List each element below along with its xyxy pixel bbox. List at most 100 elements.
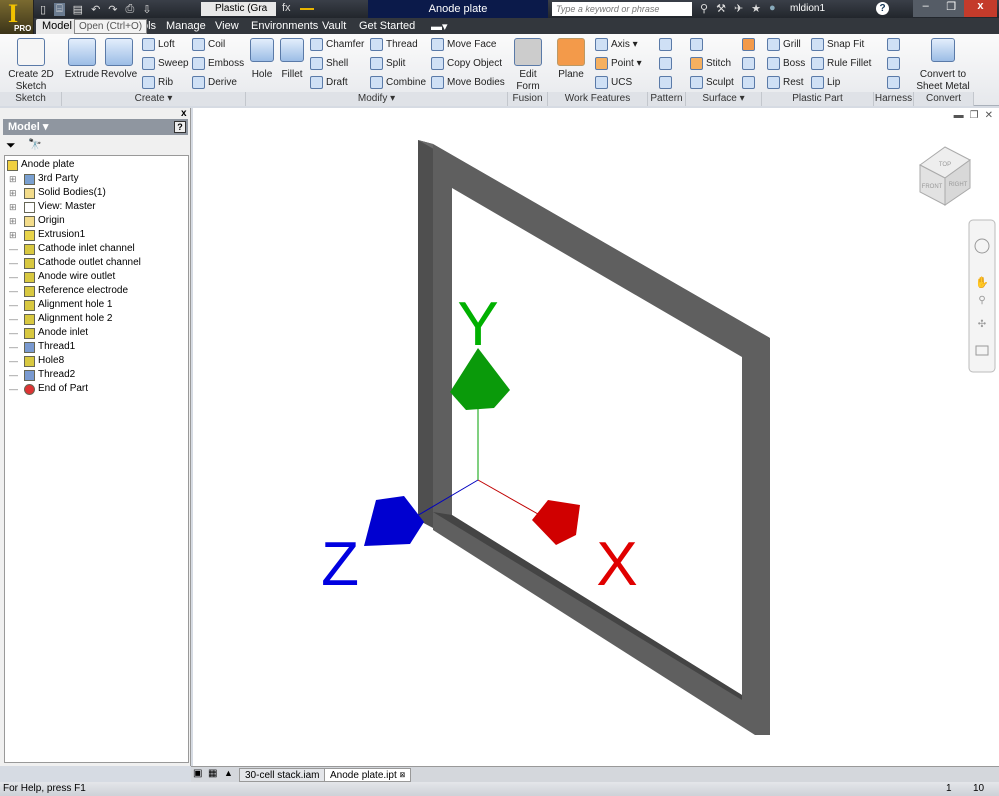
application-menu-button[interactable]: I PRO [0, 0, 34, 34]
point-button[interactable]: Point ▾ [595, 57, 642, 70]
help-icon[interactable]: ? [174, 121, 186, 133]
filter-icon[interactable]: ⏷ [6, 138, 16, 153]
coil-button[interactable]: Coil [192, 38, 225, 51]
move-bodies-button[interactable]: Move Bodies [431, 76, 505, 89]
sculpt-button[interactable]: Sculpt [690, 76, 734, 89]
rule-fillet-button[interactable]: Rule Fillet [811, 57, 871, 70]
snap-fit-button[interactable]: Snap Fit [811, 38, 864, 51]
extrude-button[interactable]: Extrude [64, 38, 100, 81]
tree-item[interactable]: ⊞ View: Master [9, 200, 96, 214]
emboss-button[interactable]: Emboss [192, 57, 244, 70]
new-icon[interactable]: ▯ [40, 3, 46, 16]
panel-create[interactable]: Create ▾ [62, 92, 246, 106]
rest-button[interactable]: Rest [767, 76, 804, 89]
viewcube[interactable]: TOP FRONT RIGHT [919, 146, 971, 206]
tree-item[interactable]: — Anode inlet [9, 326, 88, 340]
material-dropdown[interactable]: Plastic (Gra [201, 2, 276, 16]
expand-icon[interactable]: ⊞ [9, 214, 21, 228]
copy-object-button[interactable]: Copy Object [431, 57, 502, 70]
tree-item[interactable]: Anode plate [7, 158, 74, 172]
stitch-button[interactable]: Stitch [690, 57, 731, 70]
hole-button[interactable]: Hole [248, 38, 276, 81]
tab-model[interactable]: Model [36, 19, 78, 35]
tree-item[interactable]: — Anode wire outlet [9, 270, 115, 284]
viewport-close-icon[interactable]: ✕ [985, 110, 993, 121]
restore-button[interactable]: ❐ [938, 0, 964, 17]
combine-button[interactable]: Combine [370, 76, 426, 89]
tree-item[interactable]: ⊞ Origin [9, 214, 65, 228]
harness-3-button[interactable] [887, 76, 900, 89]
parameters-icon[interactable]: fx [282, 2, 291, 14]
tree-item[interactable]: — Cathode inlet channel [9, 242, 135, 256]
tree-item[interactable]: ⊞ 3rd Party [9, 172, 79, 186]
loft-button[interactable]: Loft [142, 38, 175, 51]
axis-button[interactable]: Axis ▾ [595, 38, 638, 51]
chamfer-button[interactable]: Chamfer [310, 38, 364, 51]
close-button[interactable]: x [963, 0, 997, 17]
redo-icon[interactable]: ↷ [108, 3, 117, 16]
move-face-button[interactable]: Move Face [431, 38, 496, 51]
model-canvas[interactable]: Y X Z TOP FRONT RIGHT ✋ ⚲ ✣ [193, 108, 999, 766]
save-icon[interactable]: ▤ [73, 3, 83, 16]
rib-button[interactable]: Rib [142, 76, 173, 89]
panel-surface[interactable]: Surface ▾ [686, 92, 762, 106]
tree-item[interactable]: ⊞ Extrusion1 [9, 228, 85, 242]
patch-button[interactable] [742, 38, 755, 51]
tab-view[interactable]: View [209, 19, 245, 33]
viewport-minimize-icon[interactable]: ▬ [954, 110, 964, 121]
tree-item[interactable]: — Cathode outlet channel [9, 256, 141, 270]
derive-button[interactable]: Derive [192, 76, 237, 89]
mirror-button[interactable] [659, 76, 672, 89]
grill-button[interactable]: Grill [767, 38, 801, 51]
boss-button[interactable]: Boss [767, 57, 805, 70]
doc-tab-part[interactable]: Anode plate.ipt ⊠ [324, 768, 412, 782]
thread-button[interactable]: Thread [370, 38, 418, 51]
measure-icon[interactable] [300, 8, 314, 10]
help-icon[interactable]: ? [876, 2, 889, 15]
search-input[interactable]: Type a keyword or phrase [552, 2, 692, 16]
tree-item[interactable]: ⊞ Solid Bodies(1) [9, 186, 106, 200]
trim-button[interactable] [742, 57, 755, 70]
tree-item[interactable]: — Hole8 [9, 354, 64, 368]
satellite-icon[interactable]: ✈ [734, 2, 743, 15]
draft-button[interactable]: Draft [310, 76, 348, 89]
user-icon[interactable]: ● [769, 2, 776, 15]
cascade-icon[interactable]: ▣ [193, 768, 202, 779]
tree-item[interactable]: — Alignment hole 2 [9, 312, 113, 326]
ucs-button[interactable]: UCS [595, 76, 632, 89]
expand-icon[interactable]: ⊞ [9, 228, 21, 242]
open-documents-icon[interactable]: ▲ [224, 768, 233, 778]
tile-icon[interactable]: ▦ [208, 768, 217, 779]
plane-button[interactable]: Plane [553, 38, 589, 81]
minimize-button[interactable]: – [913, 0, 939, 17]
tab-manage[interactable]: Manage [160, 19, 212, 33]
convert-sheet-metal-button[interactable]: Convert to Sheet Metal [915, 38, 971, 93]
panel-modify[interactable]: Modify ▾ [246, 92, 508, 106]
viewport-restore-icon[interactable]: ❐ [970, 110, 979, 121]
tab-vault[interactable]: Vault [316, 19, 352, 33]
tree-item[interactable]: — End of Part [9, 382, 88, 396]
tab-environments[interactable]: Environments [245, 19, 324, 33]
tab-get-started[interactable]: Get Started [353, 19, 421, 33]
tab-close-icon[interactable]: ⊠ [400, 772, 406, 779]
lip-button[interactable]: Lip [811, 76, 840, 89]
thicken-button[interactable] [690, 38, 703, 51]
open-icon[interactable]: ⌸ [54, 3, 65, 16]
expand-icon[interactable]: ⊞ [9, 200, 21, 214]
expand-icon[interactable]: ⊞ [9, 172, 21, 186]
tree-item[interactable]: — Thread1 [9, 340, 75, 354]
create-sketch-button[interactable]: Create 2D Sketch [6, 38, 56, 93]
ribbon-options-icon[interactable]: ▬▾ [425, 19, 454, 34]
graphics-viewport[interactable]: Y X Z TOP FRONT RIGHT ✋ ⚲ ✣ ▬ ❐ ✕ [193, 108, 999, 766]
browser-title[interactable]: Model ▾ ? [3, 119, 188, 135]
circular-pattern-button[interactable] [659, 57, 672, 70]
rectangular-pattern-button[interactable] [659, 38, 672, 51]
sweep-button[interactable]: Sweep [142, 57, 189, 70]
doc-tab-assembly[interactable]: 30-cell stack.iam [239, 768, 326, 782]
browser-close-icon[interactable]: x [181, 108, 187, 119]
tree-item[interactable]: — Thread2 [9, 368, 75, 382]
update-icon[interactable]: ⇩ [142, 3, 151, 16]
harness-2-button[interactable] [887, 57, 900, 70]
delete-face-button[interactable] [742, 76, 755, 89]
print-icon[interactable]: ⎙ [126, 3, 135, 16]
